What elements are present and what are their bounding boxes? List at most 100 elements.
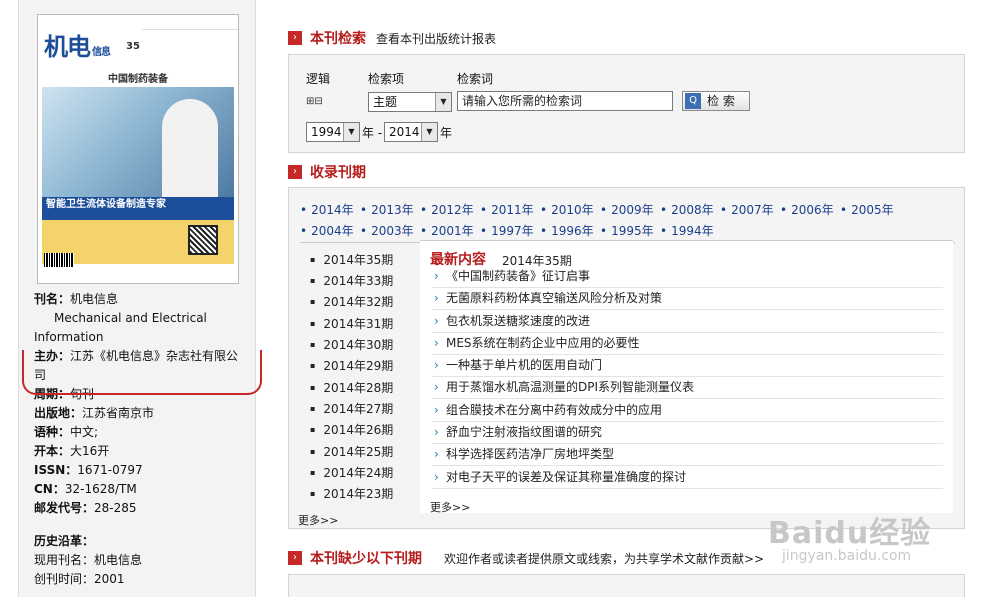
journal-info: 刊名：机电信息 Mechanical and Electrical Inform… <box>34 290 250 589</box>
article-link[interactable]: 一种基于单片机的医用自动门 <box>432 355 943 377</box>
contribute-link[interactable]: 欢迎作者或读者提供原文或线索，为共享学术文献作贡献>> <box>444 550 764 567</box>
section-arrow-icon: › <box>288 165 302 179</box>
cover-header: 机电 信息 35 中国制药装备 <box>38 15 238 85</box>
section-arrow-icon: › <box>288 31 302 45</box>
article-link[interactable]: 舒血宁注射液指纹图谱的研究 <box>432 422 943 444</box>
info-row-post-code: 邮发代号：28-285 <box>34 501 137 515</box>
issue-link[interactable]: 2014年24期 <box>310 464 393 481</box>
year-link[interactable]: 2004年 <box>300 222 354 239</box>
cover-logo: 机电 信息 <box>44 32 111 61</box>
year-range-separator: 年 - <box>362 126 383 140</box>
year-to-select[interactable]: 2014 ▼ <box>384 122 438 142</box>
keyword-label: 检索词 <box>457 72 494 86</box>
search-field-select[interactable]: 主题 ▼ <box>368 92 452 112</box>
field-label: 检索项 <box>368 72 405 86</box>
issue-link[interactable]: 2014年27期 <box>310 400 393 417</box>
info-row-format: 开本：大16开 <box>34 444 110 458</box>
watermark-url: jingyan.baidu.com <box>782 548 912 564</box>
cover-subtitle: 中国制药装备 <box>108 74 168 85</box>
cover-banner: 智能卫生流体设备制造专家 <box>42 197 234 221</box>
stats-report-link[interactable]: 查看本刊出版统计报表 <box>376 30 496 47</box>
search-keyword-input[interactable]: 请输入您所需的检索词 <box>457 91 673 111</box>
info-row-period: 周期：旬刊 <box>34 387 95 401</box>
article-link[interactable]: 《中国制药装备》征订启事 <box>432 266 943 288</box>
article-link[interactable]: 科学选择医药洁净厂房地坪类型 <box>432 444 943 466</box>
info-english-name-2: Information <box>34 330 104 344</box>
year-link[interactable]: 2005年 <box>840 201 894 218</box>
latest-more-link[interactable]: 更多>> <box>430 499 470 515</box>
info-row-history: 历史沿革： <box>34 534 95 548</box>
barcode-icon <box>44 253 74 267</box>
missing-section-title: 本刊缺少以下刊期 <box>310 551 422 567</box>
issue-link[interactable]: 2014年30期 <box>310 336 393 353</box>
issue-link[interactable]: 2014年28期 <box>310 379 393 396</box>
issue-link[interactable]: 2014年26期 <box>310 421 393 438</box>
chevron-down-icon: ▼ <box>435 93 451 111</box>
issue-link[interactable]: 2014年23期 <box>310 485 393 502</box>
journal-cover-image[interactable]: 机电 信息 35 中国制药装备 智能卫生流体设备制造专家 <box>37 14 239 284</box>
search-button[interactable]: Q检 索 <box>682 91 750 111</box>
year-from-select[interactable]: 1994 ▼ <box>306 122 360 142</box>
info-row-cn: CN：32-1628/TM <box>34 482 137 496</box>
info-row-sponsor: 主办：江苏《机电信息》杂志社有限公 <box>34 349 239 363</box>
year-link[interactable]: 1994年 <box>660 222 714 239</box>
info-row-current-name: 现用刊名：机电信息 <box>34 553 143 567</box>
year-link[interactable]: 2014年 <box>300 201 354 218</box>
cover-issue-number: 35 <box>126 41 140 52</box>
article-link[interactable]: 包衣机泵送糖浆速度的改进 <box>432 311 943 333</box>
year-link[interactable]: 2010年 <box>540 201 594 218</box>
info-row-issn: ISSN：1671-0797 <box>34 463 143 477</box>
chevron-down-icon: ▼ <box>421 123 437 141</box>
baidu-watermark: Baidu经验 jingyan.baidu.com <box>768 508 932 564</box>
journal-sidebar: 机电 信息 35 中国制药装备 智能卫生流体设备制造专家 刊名：机电信息 Mech… <box>18 0 256 597</box>
article-link[interactable]: 无菌原料药粉体真空输送风险分析及对策 <box>432 288 943 310</box>
article-link[interactable]: 组合膜技术在分离中药有效成分中的应用 <box>432 400 943 422</box>
issue-link[interactable]: 2014年33期 <box>310 272 393 289</box>
cover-fine-print <box>142 29 192 59</box>
collection-section-header: › 收录刊期 <box>288 162 366 182</box>
missing-panel <box>288 574 965 597</box>
info-row-name: 刊名：机电信息 <box>34 292 119 306</box>
search-icon: Q <box>685 93 701 109</box>
info-english-name: Mechanical and Electrical <box>54 311 207 325</box>
info-row-founded: 创刊时间：2001 <box>34 572 125 586</box>
info-row-place: 出版地：江苏省南京市 <box>34 406 155 420</box>
cover-scientist-figure <box>162 99 218 209</box>
missing-section-header: › 本刊缺少以下刊期 欢迎作者或读者提供原文或线索，为共享学术文献作贡献>> <box>288 548 764 568</box>
year-link[interactable]: 2009年 <box>600 201 654 218</box>
year-link[interactable]: 1996年 <box>540 222 594 239</box>
year-link[interactable]: 2011年 <box>480 201 534 218</box>
chevron-down-icon: ▼ <box>343 123 359 141</box>
year-link[interactable]: 2003年 <box>360 222 414 239</box>
info-row-language: 语种：中文; <box>34 425 99 439</box>
issue-link[interactable]: 2014年35期 <box>310 251 393 268</box>
watermark-logo: Baidu经验 <box>768 516 932 551</box>
cover-fine-print-2 <box>188 29 238 59</box>
qr-code-icon <box>188 225 218 255</box>
latest-content-box: 最新内容 2014年35期 《中国制药装备》征订启事 无菌原料药粉体真空输送风险… <box>420 240 953 515</box>
year-link[interactable]: 1995年 <box>600 222 654 239</box>
article-link[interactable]: 对电子天平的误差及保证其称量准确度的探讨 <box>432 467 943 489</box>
year-link[interactable]: 2001年 <box>420 222 474 239</box>
year-link[interactable]: 1997年 <box>480 222 534 239</box>
year-suffix: 年 <box>440 126 453 140</box>
year-link[interactable]: 2007年 <box>720 201 774 218</box>
year-link[interactable]: 2008年 <box>660 201 714 218</box>
article-link[interactable]: 用于蒸馏水机高温测量的DPI系列智能测量仪表 <box>432 377 943 399</box>
issue-link[interactable]: 2014年25期 <box>310 443 393 460</box>
info-row-sponsor-cont: 司 <box>34 368 47 382</box>
issues-more-link[interactable]: 更多>> <box>298 512 338 528</box>
year-link[interactable]: 2006年 <box>780 201 834 218</box>
collection-section-title: 收录刊期 <box>310 165 366 181</box>
year-link[interactable]: 2013年 <box>360 201 414 218</box>
issue-link[interactable]: 2014年31期 <box>310 315 393 332</box>
issue-link[interactable]: 2014年29期 <box>310 357 393 374</box>
section-arrow-icon: › <box>288 551 302 565</box>
year-link[interactable]: 2012年 <box>420 201 474 218</box>
logic-label: 逻辑 <box>306 72 331 86</box>
issue-link[interactable]: 2014年32期 <box>310 293 393 310</box>
add-remove-condition-icon[interactable]: ⊞⊟ <box>306 96 323 107</box>
article-link[interactable]: MES系统在制药企业中应用的必要性 <box>432 333 943 355</box>
search-section-title: 本刊检索 <box>310 31 366 47</box>
